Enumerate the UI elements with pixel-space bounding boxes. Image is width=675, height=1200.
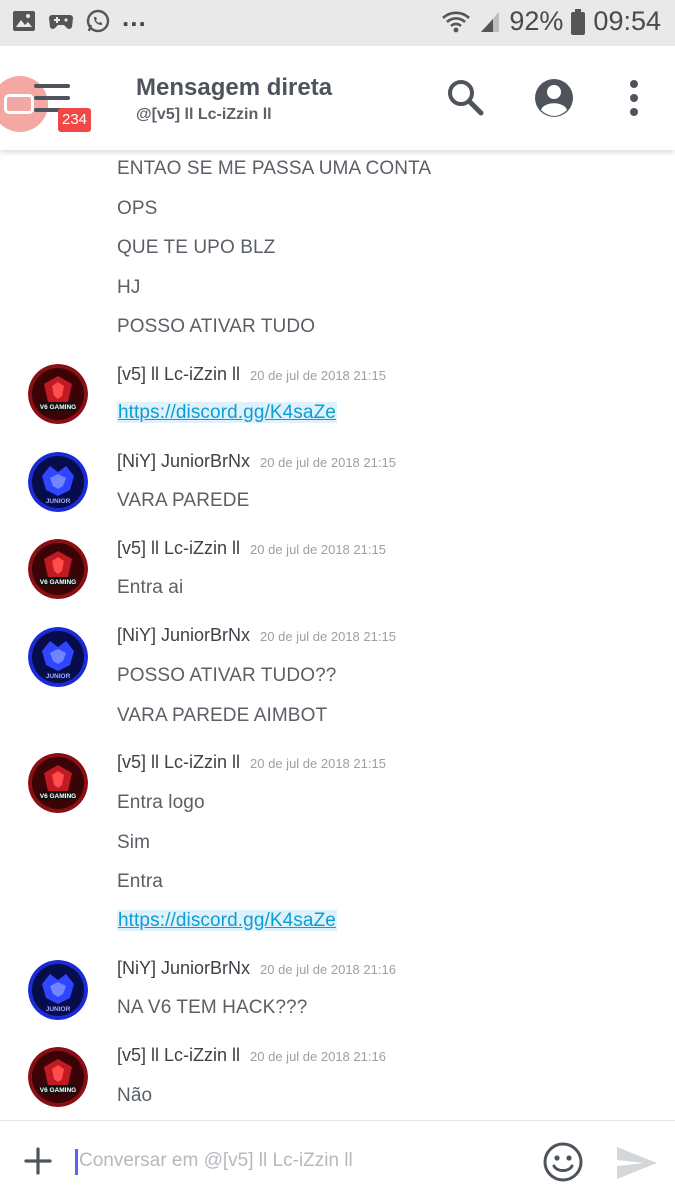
signal-icon	[479, 10, 501, 34]
message-text: HJ	[117, 277, 141, 298]
author-name[interactable]: [v5] ll Lc-iZzin ll	[117, 752, 240, 773]
author-name[interactable]: [v5] ll Lc-iZzin ll	[117, 364, 240, 385]
invite-link[interactable]: https://discord.gg/K4saZe	[117, 402, 337, 423]
avatar[interactable]: V6 GAMING	[28, 1047, 88, 1107]
wifi-icon	[441, 10, 471, 34]
author-name[interactable]: [NiY] JuniorBrNx	[117, 958, 250, 979]
avatar[interactable]: JUNIOR	[28, 627, 88, 687]
timestamp: 20 de jul de 2018 21:16	[260, 962, 396, 977]
plus-icon[interactable]	[20, 1143, 56, 1179]
timestamp: 20 de jul de 2018 21:15	[250, 542, 386, 557]
battery-icon	[571, 8, 586, 35]
avatar[interactable]: V6 GAMING	[28, 364, 88, 424]
message-text: Sim	[117, 832, 151, 853]
clock: 09:54	[593, 6, 661, 36]
message-input[interactable]	[79, 1145, 519, 1177]
author-name[interactable]: [NiY] JuniorBrNx	[117, 451, 250, 472]
message-text: POSSO ATIVAR TUDO	[117, 316, 316, 337]
message-text: POSSO ATIVAR TUDO??	[117, 665, 337, 686]
message-text: NA V6 TEM HACK???	[117, 997, 308, 1018]
unread-badge: 234	[58, 108, 92, 132]
message-list[interactable]: ENTAO SE ME PASSA UMA CONTA OPS QUE TE U…	[0, 150, 675, 1120]
avatar[interactable]: JUNIOR	[28, 452, 88, 512]
timestamp: 20 de jul de 2018 21:15	[260, 629, 396, 644]
timestamp: 20 de jul de 2018 21:15	[250, 756, 386, 771]
message-text: Entra ai	[117, 577, 184, 598]
message-header: [NiY] JuniorBrNx 20 de jul de 2018 21:15	[117, 625, 396, 646]
message-text: https://discord.gg/K4saZe	[117, 402, 337, 424]
gallery-icon	[12, 10, 36, 32]
author-name[interactable]: [v5] ll Lc-iZzin ll	[117, 538, 240, 559]
search-icon[interactable]	[444, 76, 488, 120]
svg-text:V6 GAMING: V6 GAMING	[40, 1087, 76, 1094]
avatar[interactable]: V6 GAMING	[28, 753, 88, 813]
page-subtitle: @[v5] ll Lc-iZzin ll	[136, 106, 272, 123]
message-text: Entra	[117, 871, 163, 892]
page-title: Mensagem direta	[136, 74, 333, 101]
status-overflow: ...	[122, 2, 147, 32]
message-header: [NiY] JuniorBrNx 20 de jul de 2018 21:16	[117, 958, 396, 979]
message-composer	[0, 1120, 675, 1200]
message-text: Entra logo	[117, 792, 205, 813]
send-icon[interactable]	[614, 1143, 660, 1183]
message-header: [v5] ll Lc-iZzin ll 20 de jul de 2018 21…	[117, 752, 386, 773]
timestamp: 20 de jul de 2018 21:15	[260, 455, 396, 470]
message-text: ENTAO SE ME PASSA UMA CONTA	[117, 158, 432, 179]
more-vert-icon[interactable]	[612, 76, 656, 120]
author-name[interactable]: [NiY] JuniorBrNx	[117, 625, 250, 646]
message-header: [v5] ll Lc-iZzin ll 20 de jul de 2018 21…	[117, 1045, 386, 1066]
message-text: VARA PAREDE AIMBOT	[117, 705, 328, 726]
timestamp: 20 de jul de 2018 21:16	[250, 1049, 386, 1064]
battery-percent: 92%	[509, 6, 564, 36]
message-header: [NiY] JuniorBrNx 20 de jul de 2018 21:15	[117, 451, 396, 472]
author-name[interactable]: [v5] ll Lc-iZzin ll	[117, 1045, 240, 1066]
message-text: OPS	[117, 198, 158, 219]
profile-icon[interactable]	[532, 76, 576, 120]
svg-text:JUNIOR: JUNIOR	[46, 1006, 71, 1013]
message-header: [v5] ll Lc-iZzin ll 20 de jul de 2018 21…	[117, 364, 386, 385]
timestamp: 20 de jul de 2018 21:15	[250, 368, 386, 383]
message-text: Não	[117, 1085, 153, 1106]
message-text: VARA PAREDE	[117, 490, 250, 511]
avatar[interactable]: JUNIOR	[28, 960, 88, 1020]
controller-glyph-icon	[4, 94, 34, 114]
message-text: https://discord.gg/K4saZe	[117, 910, 337, 932]
svg-text:JUNIOR: JUNIOR	[46, 673, 71, 680]
text-caret	[75, 1149, 78, 1175]
svg-text:JUNIOR: JUNIOR	[46, 498, 71, 505]
message-header: [v5] ll Lc-iZzin ll 20 de jul de 2018 21…	[117, 538, 386, 559]
svg-text:V6 GAMING: V6 GAMING	[40, 793, 76, 800]
message-text: QUE TE UPO BLZ	[117, 237, 276, 258]
invite-link[interactable]: https://discord.gg/K4saZe	[117, 910, 337, 931]
svg-text:V6 GAMING: V6 GAMING	[40, 404, 76, 411]
emoji-icon[interactable]	[542, 1141, 584, 1183]
status-bar: ... 92% 09:54	[0, 0, 675, 46]
avatar[interactable]: V6 GAMING	[28, 539, 88, 599]
svg-text:V6 GAMING: V6 GAMING	[40, 579, 76, 586]
app-bar: 234 Mensagem direta @[v5] ll Lc-iZzin ll	[0, 46, 675, 150]
game-controller-icon	[48, 10, 74, 32]
whatsapp-icon	[86, 9, 110, 33]
